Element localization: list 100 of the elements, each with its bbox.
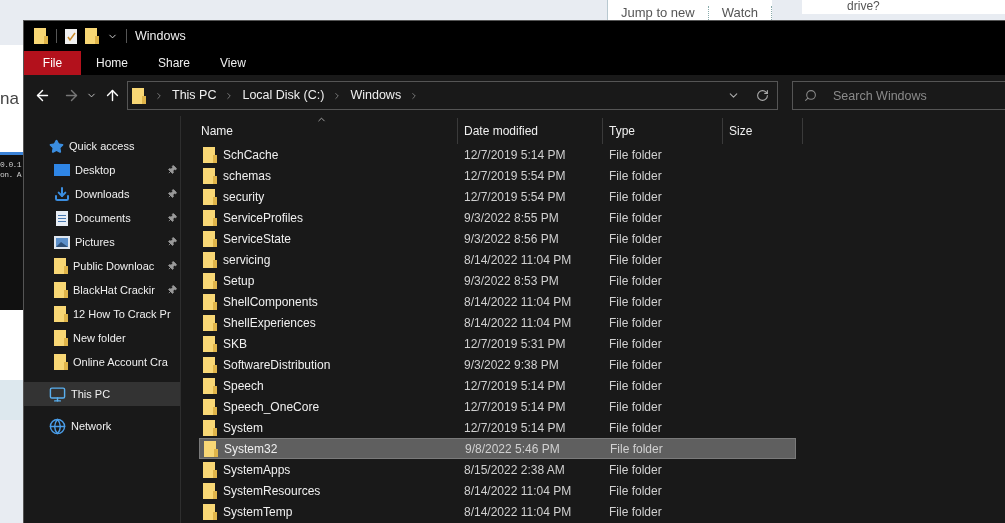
refresh-icon[interactable] bbox=[756, 89, 769, 102]
file-row[interactable]: SystemApps 8/15/2022 2:38 AM File folder bbox=[199, 459, 796, 480]
file-name: System bbox=[223, 419, 263, 437]
address-bar[interactable]: This PC Local Disk (C:) Windows bbox=[127, 81, 778, 110]
folder-icon bbox=[34, 28, 48, 44]
file-row[interactable]: security 12/7/2019 5:54 PM File folder bbox=[199, 186, 796, 207]
column-header[interactable]: Type bbox=[603, 118, 723, 144]
file-row[interactable]: schemas 12/7/2019 5:54 PM File folder bbox=[199, 165, 796, 186]
search-icon bbox=[804, 89, 817, 102]
nav-item[interactable]: Public Downloac bbox=[24, 254, 180, 278]
folder-icon bbox=[54, 258, 68, 274]
search-field[interactable]: Search Windows bbox=[792, 81, 1005, 110]
file-row[interactable]: System32 9/8/2022 5:46 PM File folder bbox=[199, 438, 796, 459]
file-name: schemas bbox=[223, 167, 272, 185]
file-type: File folder bbox=[608, 146, 663, 164]
breadcrumb[interactable]: This PC bbox=[172, 86, 217, 105]
nav-item[interactable]: Desktop bbox=[24, 158, 180, 182]
date-modified: 9/3/2022 9:38 PM bbox=[463, 356, 560, 374]
nav-label: Network bbox=[71, 418, 112, 434]
file-row[interactable]: SystemResources 8/14/2022 11:04 PM File folder bbox=[199, 480, 796, 501]
nav-label: Documents bbox=[75, 210, 131, 226]
folder-icon bbox=[203, 377, 217, 394]
file-name: SystemResources bbox=[223, 482, 321, 500]
file-type: File folder bbox=[608, 377, 663, 395]
file-row[interactable]: SoftwareDistribution 9/3/2022 9:38 PM File folder bbox=[199, 354, 796, 375]
nav-item[interactable]: Downloads bbox=[24, 182, 180, 206]
folder-icon bbox=[203, 356, 217, 373]
file-name: SchCache bbox=[223, 146, 279, 164]
file-name: SystemTemp bbox=[223, 503, 293, 521]
file-name: ServiceProfiles bbox=[223, 209, 304, 227]
file-type: File folder bbox=[608, 251, 663, 269]
file-type: File folder bbox=[608, 482, 663, 500]
file-row[interactable]: Speech 12/7/2019 5:14 PM File folder bbox=[199, 375, 796, 396]
file-type: File folder bbox=[608, 335, 663, 353]
up-icon[interactable] bbox=[104, 87, 121, 104]
file-row[interactable]: Speech_OneCore 12/7/2019 5:14 PM File folder bbox=[199, 396, 796, 417]
folder-icon bbox=[54, 330, 68, 346]
file-type: File folder bbox=[608, 419, 663, 437]
folder-icon bbox=[203, 188, 217, 205]
file-type: File folder bbox=[609, 440, 664, 458]
file-row[interactable]: Setup 9/3/2022 8:53 PM File folder bbox=[199, 270, 796, 291]
file-row[interactable]: ShellExperiences 8/14/2022 11:04 PM File folder bbox=[199, 312, 796, 333]
date-modified: 12/7/2019 5:54 PM bbox=[463, 188, 567, 206]
file-name: security bbox=[223, 188, 265, 206]
date-modified: 12/7/2019 5:14 PM bbox=[463, 398, 567, 416]
back-icon[interactable] bbox=[34, 87, 51, 104]
folder-icon bbox=[203, 230, 217, 247]
folder-icon bbox=[203, 335, 217, 352]
nav-item[interactable]: 12 How To Crack Pr bbox=[24, 302, 180, 326]
folder-icon bbox=[85, 28, 99, 44]
file-row[interactable]: servicing 8/14/2022 11:04 PM File folder bbox=[199, 249, 796, 270]
file-row[interactable]: ShellComponents 8/14/2022 11:04 PM File folder bbox=[199, 291, 796, 312]
file-type: File folder bbox=[608, 356, 663, 374]
nav-item[interactable]: BlackHat Crackir bbox=[24, 278, 180, 302]
folder-icon bbox=[203, 293, 217, 310]
breadcrumb[interactable]: Windows bbox=[350, 86, 402, 105]
file-name: ShellExperiences bbox=[223, 314, 316, 332]
file-menu-tab[interactable]: File bbox=[24, 51, 81, 75]
file-row[interactable]: System 12/7/2019 5:14 PM File folder bbox=[199, 417, 796, 438]
nav-item[interactable]: Quick access bbox=[24, 134, 180, 158]
ribbon-tab[interactable]: Share bbox=[143, 51, 206, 75]
date-modified: 8/14/2022 11:04 PM bbox=[463, 293, 573, 311]
file-row[interactable]: SchCache 12/7/2019 5:14 PM File folder bbox=[199, 144, 796, 165]
column-header[interactable]: Size bbox=[723, 118, 803, 144]
nav-label: 12 How To Crack Pr bbox=[73, 306, 171, 322]
nav-item[interactable]: Documents bbox=[24, 206, 180, 230]
file-row[interactable]: SystemTemp 8/14/2022 11:04 PM File folder bbox=[199, 501, 796, 522]
folder-icon bbox=[203, 167, 217, 184]
file-name: SystemApps bbox=[223, 461, 291, 479]
nav-item[interactable]: This PC bbox=[24, 382, 180, 406]
picture-icon bbox=[54, 235, 70, 249]
nav-label: Public Downloac bbox=[73, 258, 155, 274]
folder-icon bbox=[132, 87, 146, 104]
ribbon-tab[interactable]: View bbox=[205, 51, 261, 75]
date-modified: 12/7/2019 5:54 PM bbox=[463, 167, 567, 185]
file-name: Speech_OneCore bbox=[223, 398, 320, 416]
ribbon-tab[interactable]: Home bbox=[81, 51, 143, 75]
forward-icon[interactable] bbox=[63, 87, 80, 104]
nav-label: Downloads bbox=[75, 186, 130, 202]
computer-icon bbox=[49, 385, 66, 403]
file-name: SKB bbox=[223, 335, 247, 353]
file-name: Setup bbox=[223, 272, 255, 290]
nav-label: BlackHat Crackir bbox=[73, 282, 155, 298]
file-row[interactable]: ServiceState 9/3/2022 8:56 PM File folder bbox=[199, 228, 796, 249]
file-name: System32 bbox=[224, 440, 278, 458]
folder-icon bbox=[54, 306, 68, 322]
file-type: File folder bbox=[608, 461, 663, 479]
file-row[interactable]: ServiceProfiles 9/3/2022 8:55 PM File folder bbox=[199, 207, 796, 228]
file-row[interactable]: SKB 12/7/2019 5:31 PM File folder bbox=[199, 333, 796, 354]
page-text: drive? bbox=[847, 0, 880, 13]
nav-item[interactable]: Pictures bbox=[24, 230, 180, 254]
folder-icon bbox=[54, 354, 68, 370]
breadcrumb[interactable]: Local Disk (C:) bbox=[242, 86, 325, 105]
date-modified: 12/7/2019 5:31 PM bbox=[463, 335, 567, 353]
nav-item[interactable]: Network bbox=[24, 414, 180, 438]
nav-item[interactable]: New folder bbox=[24, 326, 180, 350]
folder-icon bbox=[203, 461, 217, 478]
column-header[interactable]: Name bbox=[199, 118, 458, 144]
column-header[interactable]: Date modified bbox=[458, 118, 603, 144]
nav-item[interactable]: Online Account Cra bbox=[24, 350, 180, 374]
